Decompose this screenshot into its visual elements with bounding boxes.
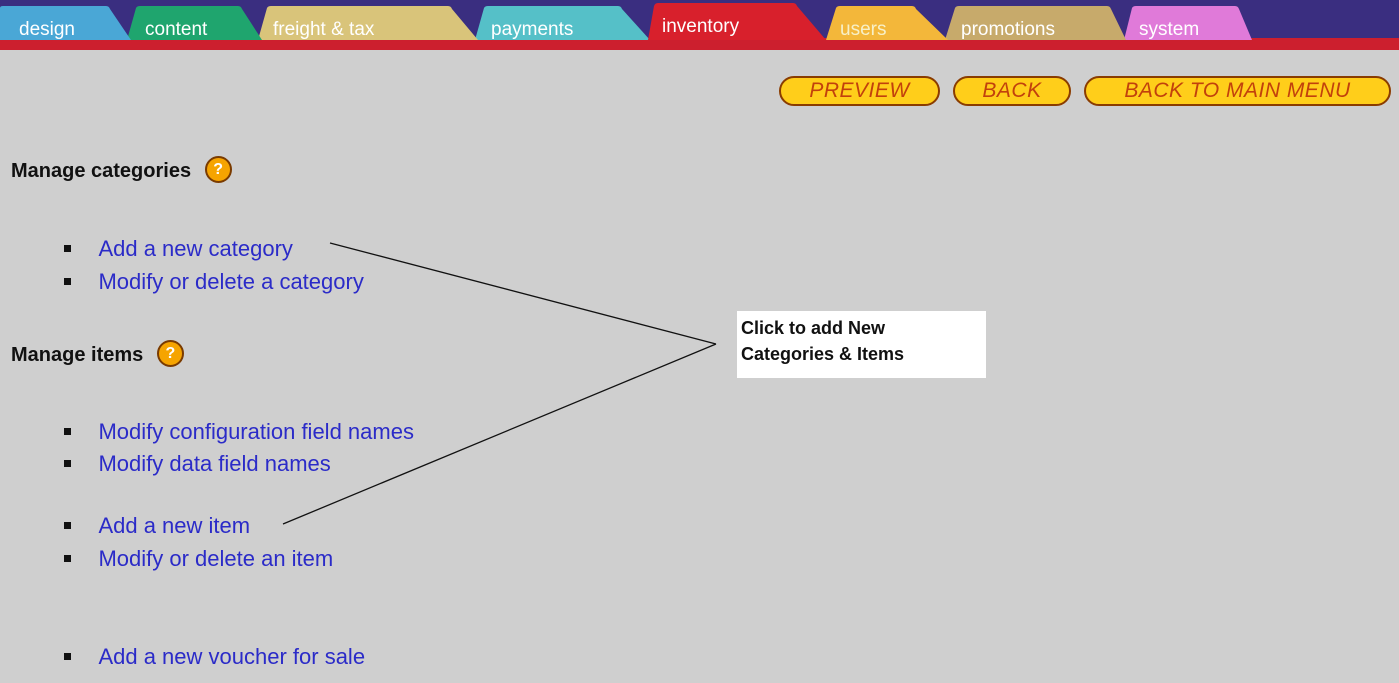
tab-promotions[interactable]: promotions xyxy=(961,19,1055,41)
list-item: Add a new voucher for sale xyxy=(64,644,365,669)
add-item-link[interactable]: Add a new item xyxy=(98,513,250,538)
help-icon[interactable]: ? xyxy=(204,156,232,183)
callout-box: Click to add New Categories & Items xyxy=(737,311,986,378)
manage-categories-title: Manage categories xyxy=(11,159,192,182)
modify-category-link[interactable]: Modify or delete a category xyxy=(98,269,363,294)
tab-freight-tax[interactable]: freight & tax xyxy=(273,19,374,41)
add-voucher-link[interactable]: Add a new voucher for sale xyxy=(98,644,365,669)
pointer-line-category xyxy=(329,242,717,345)
bullet-icon xyxy=(64,521,71,529)
manage-categories-heading: Manage categories ? xyxy=(11,156,232,185)
bullet-icon xyxy=(64,277,71,285)
modify-item-link[interactable]: Modify or delete an item xyxy=(98,546,333,571)
list-item: Modify configuration field names xyxy=(64,419,414,444)
bullet-icon xyxy=(64,652,71,660)
bullet-icon xyxy=(64,554,71,562)
manage-items-title: Manage items xyxy=(11,343,144,366)
tab-system[interactable]: system xyxy=(1139,19,1199,41)
manage-items-heading: Manage items ? xyxy=(11,340,184,369)
modify-config-fields-link[interactable]: Modify configuration field names xyxy=(98,419,414,444)
modify-data-fields-link[interactable]: Modify data field names xyxy=(98,451,330,476)
list-item: Modify or delete an item xyxy=(64,546,333,571)
list-item: Modify data field names xyxy=(64,451,331,476)
bullet-icon xyxy=(64,459,71,467)
list-item: Add a new category xyxy=(64,236,293,261)
bullet-icon xyxy=(64,427,71,435)
list-item: Modify or delete a category xyxy=(64,269,364,294)
preview-button[interactable]: PREVIEW xyxy=(779,76,940,106)
help-icon[interactable]: ? xyxy=(156,340,184,367)
back-button[interactable]: BACK xyxy=(953,76,1071,106)
callout-line-2: Categories & Items xyxy=(741,344,905,364)
tab-inventory[interactable]: inventory xyxy=(662,16,739,38)
tab-content[interactable]: content xyxy=(145,19,207,41)
tab-payments[interactable]: payments xyxy=(491,19,573,41)
callout-line-1: Click to add New xyxy=(741,318,886,338)
bullet-icon xyxy=(64,244,71,252)
list-item: Add a new item xyxy=(64,513,250,538)
tab-users[interactable]: users xyxy=(840,19,886,41)
tab-bar: design content freight & tax payments in… xyxy=(0,0,1399,50)
back-to-main-menu-button[interactable]: BACK TO MAIN MENU xyxy=(1084,76,1391,106)
add-category-link[interactable]: Add a new category xyxy=(98,236,292,261)
tab-design[interactable]: design xyxy=(19,19,75,41)
